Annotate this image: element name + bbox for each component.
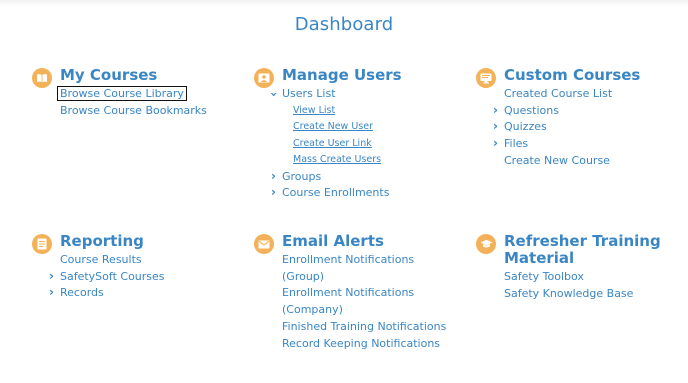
enrollment-notifications-company-suffix[interactable]: (Company): [282, 302, 446, 319]
groups-link[interactable]: Groups: [271, 168, 389, 186]
focused-link-label[interactable]: Browse Course Library: [57, 86, 187, 101]
page-title: Dashboard: [294, 14, 394, 35]
safetysoft-courses-link[interactable]: SafetySoft Courses: [49, 268, 164, 286]
records-link[interactable]: Records: [49, 284, 165, 302]
reporting-title[interactable]: Reporting: [60, 233, 144, 250]
enrollment-notifications-group-link[interactable]: Enrollment Notifications: [282, 252, 446, 269]
custom-courses-title[interactable]: Custom Courses: [504, 67, 640, 84]
my-courses-title[interactable]: My Courses: [60, 67, 157, 84]
browse-course-bookmarks-link[interactable]: Browse Course Bookmarks: [60, 103, 207, 120]
manage-users-title[interactable]: Manage Users: [282, 67, 402, 84]
user-card-icon: [254, 68, 274, 88]
safety-toolbox-link[interactable]: Safety Toolbox: [504, 269, 633, 286]
browse-course-library-link[interactable]: Browse Course Library: [57, 86, 207, 103]
top-shadow: [0, 0, 688, 6]
graduation-cap-icon: [476, 234, 496, 254]
view-list-link[interactable]: View List: [282, 103, 389, 120]
envelope-icon: [254, 234, 274, 254]
finished-training-notifications-link[interactable]: Finished Training Notifications: [282, 319, 446, 336]
files-link[interactable]: Files: [493, 135, 612, 153]
questions-link[interactable]: Questions: [493, 102, 612, 120]
safety-knowledge-base-link[interactable]: Safety Knowledge Base: [504, 286, 633, 303]
monitor-icon: [476, 68, 496, 88]
book-icon: [32, 68, 52, 88]
enrollment-notifications-company-link[interactable]: Enrollment Notifications: [282, 285, 446, 302]
document-icon: [32, 234, 52, 254]
mass-create-users-link[interactable]: Mass Create Users: [282, 152, 389, 169]
create-new-user-link[interactable]: Create New User: [282, 119, 389, 136]
create-user-link-link[interactable]: Create User Link: [282, 136, 389, 153]
refresher-training-title[interactable]: Refresher Training Material: [504, 233, 664, 267]
create-new-course-link[interactable]: Create New Course: [504, 153, 612, 170]
record-keeping-notifications-link[interactable]: Record Keeping Notifications: [282, 336, 446, 353]
enrollment-notifications-group-suffix[interactable]: (Group): [282, 269, 446, 286]
created-course-list-link[interactable]: Created Course List: [504, 86, 612, 103]
course-enrollments-link[interactable]: Course Enrollments: [271, 184, 389, 202]
users-list-link[interactable]: Users List: [282, 86, 389, 103]
email-alerts-title[interactable]: Email Alerts: [282, 233, 384, 250]
quizzes-link[interactable]: Quizzes: [493, 118, 612, 136]
course-results-link[interactable]: Course Results: [60, 252, 165, 269]
